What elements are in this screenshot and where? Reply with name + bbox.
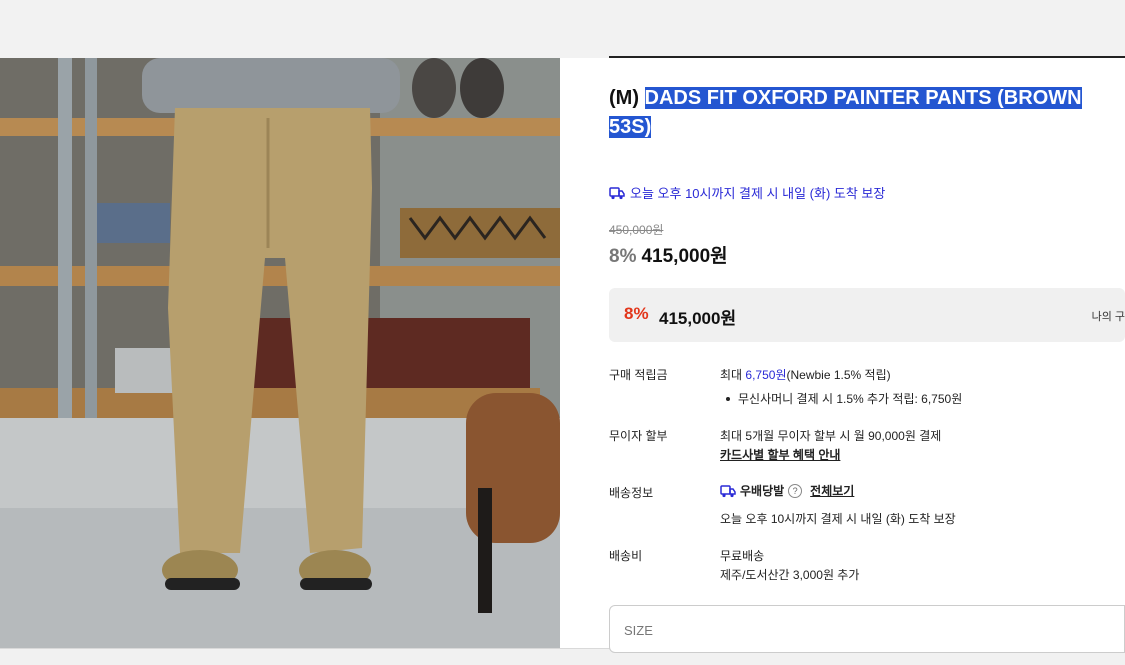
sale-price: 415,000원 (641, 246, 728, 267)
shipping-info-row: 우배당발 ? 전체보기 (720, 482, 854, 499)
installment-value: 최대 5개월 무이자 할부 시 월 90,000원 결제 (720, 429, 942, 443)
divider (609, 56, 1125, 58)
delivery-notice-text: 오늘 오후 10시까지 결제 시 내일 (화) 도착 보장 (630, 186, 886, 201)
truck-icon (720, 484, 736, 497)
points-amount: 6,750원 (745, 368, 787, 382)
points-prefix: 최대 (720, 368, 746, 382)
product-info-panel (560, 58, 1125, 648)
truck-icon (609, 186, 625, 199)
shipping-fee-label: 배송비 (609, 549, 643, 563)
shipping-view-all-link[interactable]: 전체보기 (810, 482, 854, 499)
size-select-placeholder: SIZE (624, 623, 653, 638)
installment-link[interactable]: 카드사별 할부 혜택 안내 (720, 446, 840, 463)
title-highlight-line2: 53S) (609, 116, 652, 138)
shipping-fee-extra: 제주/도서산간 3,000원 추가 (720, 568, 860, 582)
shipping-fee-value: 무료배송 (720, 549, 765, 563)
points-label: 구매 적립금 (609, 368, 668, 382)
installment-label: 무이자 할부 (609, 429, 668, 443)
my-price-box[interactable]: 8% 415,000원 나의 구 (609, 288, 1125, 342)
box-discount-rate: 8% (624, 304, 649, 323)
delivery-notice: 오늘 오후 10시까지 결제 시 내일 (화) 도착 보장 (609, 183, 885, 202)
points-suffix: (Newbie 1.5% 적립) (786, 368, 891, 382)
top-bar (0, 0, 1125, 58)
question-circle-icon[interactable]: ? (788, 483, 803, 498)
my-price-link[interactable]: 나의 구 (1092, 308, 1125, 324)
shipping-label: 배송정보 (609, 486, 654, 500)
discount-rate: 8% (609, 246, 637, 267)
bullet-dot (726, 397, 730, 401)
points-bullet: 무신사머니 결제 시 1.5% 추가 적립: 6,750원 (720, 390, 962, 407)
original-price: 450,000원 (609, 223, 664, 237)
size-select[interactable]: SIZE (609, 605, 1125, 653)
title-highlight-line1: DADS FIT OXFORD PAINTER PANTS (BROWN (644, 87, 1082, 109)
points-value: 최대 6,750원(Newbie 1.5% 적립) (720, 366, 891, 383)
product-title: (M) DADS FIT OXFORD PAINTER PANTS (BROWN… (609, 84, 1109, 142)
product-image[interactable] (0, 58, 560, 648)
shipping-badge: 우배당발 (740, 484, 785, 498)
sale-price-row: 8% 415,000원 (609, 241, 728, 268)
shipping-notice: 오늘 오후 10시까지 결제 시 내일 (화) 도착 보장 (720, 512, 956, 526)
box-price: 415,000원 (659, 309, 737, 328)
points-bullet-text: 무신사머니 결제 시 1.5% 추가 적립: 6,750원 (738, 392, 963, 406)
brand-prefix: (M) (609, 87, 645, 109)
